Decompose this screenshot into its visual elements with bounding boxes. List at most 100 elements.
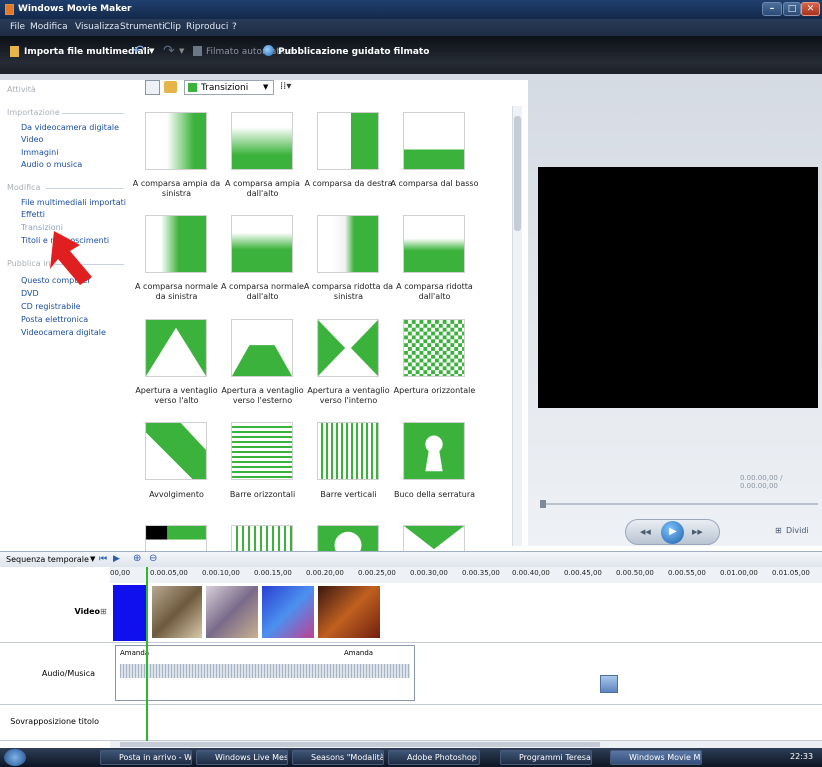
- task-link-effects[interactable]: Effetti: [21, 210, 45, 219]
- ruler-tick: 0.01.05,00: [772, 569, 810, 577]
- publish-icon: [263, 45, 274, 56]
- tasks-pane-toggle-icon[interactable]: [145, 80, 160, 95]
- seek-handle[interactable]: [540, 500, 546, 508]
- ruler-tick: 0.00.25,00: [358, 569, 396, 577]
- rewind-timeline-icon[interactable]: ⏮: [99, 554, 107, 564]
- taskbar-item[interactable]: Posta in arrivo - Win...: [100, 750, 192, 765]
- transition-thumb[interactable]: [317, 422, 379, 480]
- transition-thumb[interactable]: [403, 112, 465, 170]
- taskbar-item[interactable]: Windows Live Mess...: [196, 750, 288, 765]
- transition-thumb[interactable]: [231, 422, 293, 480]
- transition-thumb[interactable]: [231, 112, 293, 170]
- menu-strumenti[interactable]: Strumenti: [120, 22, 165, 32]
- video-clip[interactable]: [152, 586, 202, 638]
- transition-thumb[interactable]: [317, 319, 379, 377]
- zoom-out-icon[interactable]: ⊖: [149, 553, 157, 564]
- scrollbar-thumb[interactable]: [514, 116, 521, 231]
- split-button[interactable]: Dividi: [786, 526, 809, 535]
- taskbar-item[interactable]: Adobe Photoshop: [388, 750, 480, 765]
- menu-riproduci[interactable]: Riproduci: [186, 22, 228, 32]
- minimize-button[interactable]: –: [762, 2, 782, 16]
- import-section-header: Importazione: [7, 108, 60, 117]
- maximize-button[interactable]: □: [783, 2, 801, 16]
- expand-icon[interactable]: ⊞: [100, 607, 107, 616]
- menu-file[interactable]: File: [10, 22, 25, 32]
- main-toolbar: Importa file multimediali ↶ ▼ ↷ ▼ Filmat…: [0, 36, 822, 74]
- taskbar-item[interactable]: Seasons "Modalità d...: [292, 750, 384, 765]
- tasks-title: Attività: [7, 85, 36, 94]
- transition-thumb[interactable]: [145, 319, 207, 377]
- undo-icon[interactable]: ↶: [133, 43, 145, 59]
- scrollbar-thumb[interactable]: [120, 742, 600, 747]
- task-link-imported-media[interactable]: File multimediali importati: [21, 198, 126, 207]
- video-clip[interactable]: [318, 586, 380, 638]
- transition-thumb[interactable]: [403, 422, 465, 480]
- collection-dropdown[interactable]: Transizioni ▼: [184, 80, 274, 95]
- forward-icon[interactable]: ▶▶: [692, 528, 703, 536]
- transitions-icon: [188, 83, 197, 92]
- timeline-scrollbar[interactable]: [110, 741, 822, 748]
- window-title: Windows Movie Maker: [18, 4, 132, 14]
- undo-dropdown-icon[interactable]: ▼: [149, 47, 154, 55]
- taskbar-item[interactable]: Programmi Teresa: [500, 750, 592, 765]
- view-options-icon[interactable]: ⁞⁞▾: [280, 81, 291, 92]
- timeline-toolbar: Sequenza temporale ▼ ⏮ ▶ ⊕ ⊖: [0, 551, 822, 567]
- transition-thumb[interactable]: [231, 525, 293, 551]
- rewind-icon[interactable]: ◀◀: [640, 528, 651, 536]
- transition-thumb[interactable]: [231, 319, 293, 377]
- video-clip[interactable]: [113, 585, 148, 641]
- ruler-tick: 0.00.40,00: [512, 569, 550, 577]
- transition-thumb[interactable]: [403, 215, 465, 273]
- playhead[interactable]: [146, 567, 148, 741]
- menu-help[interactable]: ?: [232, 22, 237, 32]
- transition-thumb[interactable]: [317, 112, 379, 170]
- auto-movie-icon: [193, 46, 202, 56]
- task-link-digital-camera[interactable]: Da videocamera digitale: [21, 123, 119, 132]
- task-link-dv-camera[interactable]: Videocamera digitale: [21, 328, 106, 337]
- transition-thumb[interactable]: [145, 215, 207, 273]
- chevron-down-icon[interactable]: ▼: [90, 555, 95, 563]
- task-link-email[interactable]: Posta elettronica: [21, 315, 88, 324]
- publish-button[interactable]: Pubblicazione guidato filmato: [278, 47, 429, 57]
- transition-label: Barre verticali: [320, 490, 377, 499]
- transition-thumb[interactable]: [145, 525, 207, 551]
- zoom-in-icon[interactable]: ⊕: [133, 553, 141, 564]
- task-link-audio[interactable]: Audio o musica: [21, 160, 82, 169]
- gallery-scrollbar[interactable]: [512, 106, 522, 546]
- play-icon: ▶: [669, 526, 677, 537]
- transition-thumb[interactable]: [403, 525, 465, 551]
- video-track: Video ⊞: [0, 583, 822, 643]
- transition-thumb[interactable]: [231, 215, 293, 273]
- transition-thumb[interactable]: [317, 525, 379, 551]
- transition-label: Apertura a ventaglio verso l'esterno: [221, 386, 304, 405]
- timeline-mode-dropdown[interactable]: Sequenza temporale: [6, 555, 89, 564]
- transition-thumb[interactable]: [145, 112, 207, 170]
- play-timeline-icon[interactable]: ▶: [113, 554, 120, 564]
- video-clip[interactable]: [206, 586, 258, 638]
- video-clip[interactable]: [262, 586, 314, 638]
- audio-levels-icon[interactable]: [600, 675, 618, 693]
- transition-label: A comparsa dal basso: [390, 179, 479, 188]
- transition-thumb[interactable]: [145, 422, 207, 480]
- task-link-video[interactable]: Video: [21, 135, 43, 144]
- collection-dropdown-value: Transizioni: [201, 83, 249, 93]
- menu-visualizza[interactable]: Visualizza: [75, 22, 119, 32]
- close-button[interactable]: ✕: [801, 2, 820, 16]
- transition-label: Apertura a ventaglio verso l'interno: [307, 386, 390, 405]
- start-button[interactable]: [4, 749, 26, 766]
- redo-dropdown-icon: ▼: [179, 47, 185, 55]
- audio-clip-title: Amanda: [344, 649, 374, 657]
- seek-bar[interactable]: [540, 503, 818, 505]
- folder-icon[interactable]: [164, 81, 177, 93]
- menu-clip[interactable]: Clip: [164, 22, 181, 32]
- task-link-cd[interactable]: CD registrabile: [21, 302, 81, 311]
- taskbar-item-active[interactable]: Windows Movie Ma...: [610, 750, 702, 765]
- menu-modifica[interactable]: Modifica: [30, 22, 68, 32]
- task-link-dvd[interactable]: DVD: [21, 289, 39, 298]
- import-button[interactable]: Importa file multimediali: [24, 47, 150, 57]
- task-link-images[interactable]: Immagini: [21, 148, 58, 157]
- transition-thumb[interactable]: [317, 215, 379, 273]
- audio-clip[interactable]: Amanda Amanda: [115, 645, 415, 701]
- transition-thumb[interactable]: [403, 319, 465, 377]
- ruler-tick: 0.00.50,00: [616, 569, 654, 577]
